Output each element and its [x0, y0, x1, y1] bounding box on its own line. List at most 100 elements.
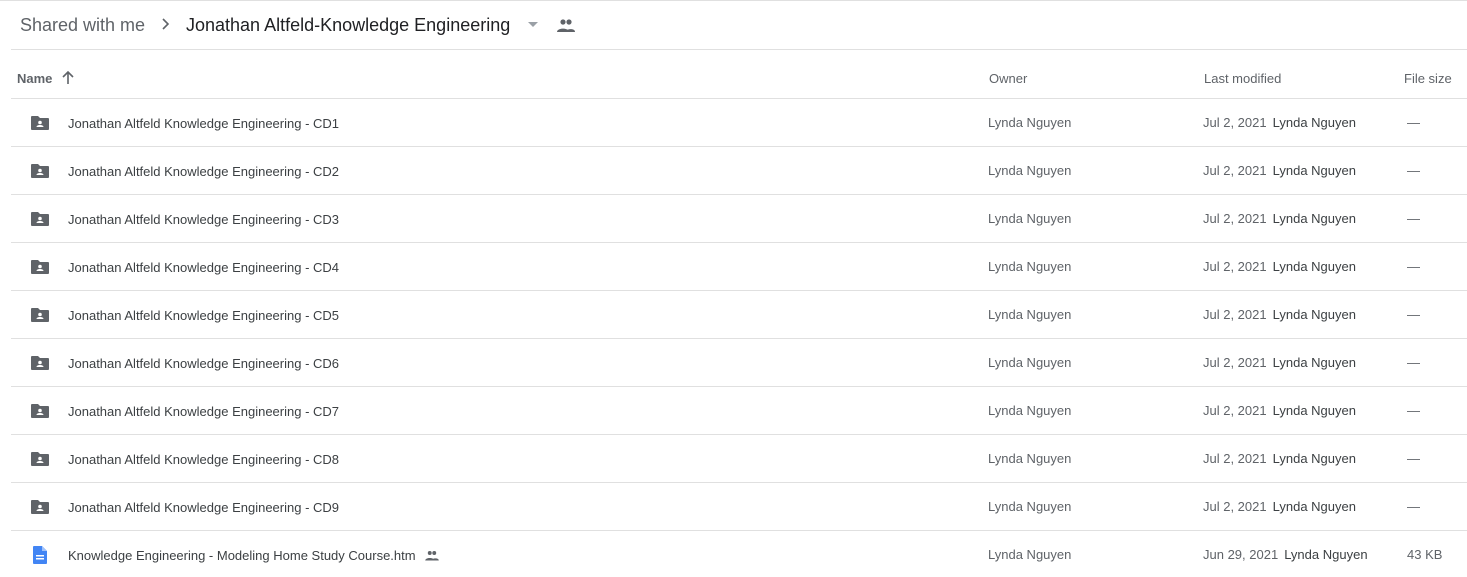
file-name-text: Jonathan Altfeld Knowledge Engineering -…	[68, 116, 340, 131]
last-modified-cell: Jul 2, 2021 Lynda Nguyen	[1203, 403, 1356, 418]
file-size-cell: —	[1407, 451, 1420, 466]
file-size-cell: —	[1407, 403, 1420, 418]
modified-by: Lynda Nguyen	[1272, 259, 1356, 274]
modified-by: Lynda Nguyen	[1272, 163, 1356, 178]
owner-cell: Lynda Nguyen	[988, 163, 1072, 178]
owner-cell: Lynda Nguyen	[988, 211, 1072, 226]
modified-by: Lynda Nguyen	[1272, 451, 1356, 466]
last-modified-cell: Jul 2, 2021 Lynda Nguyen	[1203, 115, 1356, 130]
chevron-right-icon	[162, 18, 170, 30]
arrow-drop-down-icon[interactable]	[526, 20, 540, 30]
shared-folder-icon	[30, 161, 50, 181]
breadcrumb-current-folder[interactable]: Jonathan Altfeld-Knowledge Engineering	[186, 15, 510, 36]
modified-by: Lynda Nguyen	[1272, 307, 1356, 322]
file-name[interactable]: Jonathan Altfeld Knowledge Engineering -…	[68, 404, 339, 419]
file-size-cell: —	[1407, 115, 1420, 130]
owner-cell: Lynda Nguyen	[988, 451, 1072, 466]
file-list: Jonathan Altfeld Knowledge Engineering -…	[11, 99, 1467, 577]
modified-by: Lynda Nguyen	[1272, 115, 1356, 130]
file-row[interactable]: Jonathan Altfeld Knowledge Engineering -…	[11, 243, 1467, 291]
file-size-cell: 43 KB	[1407, 547, 1443, 562]
file-name[interactable]: Jonathan Altfeld Knowledge Engineering -…	[68, 356, 339, 371]
modified-by: Lynda Nguyen	[1272, 355, 1356, 370]
last-modified-cell: Jul 2, 2021 Lynda Nguyen	[1203, 307, 1356, 322]
column-header-last-modified[interactable]: Last modified	[1204, 71, 1281, 86]
breadcrumb-shared-with-me[interactable]: Shared with me	[20, 15, 145, 36]
shared-folder-icon	[30, 305, 50, 325]
modified-date: Jul 2, 2021	[1203, 355, 1267, 370]
file-name-text: Jonathan Altfeld Knowledge Engineering -…	[68, 164, 340, 179]
modified-by: Lynda Nguyen	[1272, 499, 1356, 514]
file-row[interactable]: Jonathan Altfeld Knowledge Engineering -…	[11, 387, 1467, 435]
file-name-text: Jonathan Altfeld Knowledge Engineering -…	[68, 452, 340, 467]
column-header-name[interactable]: Name	[17, 71, 52, 86]
modified-date: Jul 2, 2021	[1203, 451, 1267, 466]
file-name[interactable]: Jonathan Altfeld Knowledge Engineering -…	[68, 164, 339, 179]
last-modified-cell: Jul 2, 2021 Lynda Nguyen	[1203, 259, 1356, 274]
file-name-text: Jonathan Altfeld Knowledge Engineering -…	[68, 500, 340, 515]
owner-cell: Lynda Nguyen	[988, 115, 1072, 130]
modified-date: Jul 2, 2021	[1203, 499, 1267, 514]
file-row[interactable]: Jonathan Altfeld Knowledge Engineering -…	[11, 195, 1467, 243]
google-doc-icon	[30, 545, 50, 565]
last-modified-cell: Jun 29, 2021 Lynda Nguyen	[1203, 547, 1368, 562]
people-icon	[424, 550, 440, 562]
last-modified-cell: Jul 2, 2021 Lynda Nguyen	[1203, 499, 1356, 514]
file-row[interactable]: Jonathan Altfeld Knowledge Engineering -…	[11, 483, 1467, 531]
modified-date: Jul 2, 2021	[1203, 115, 1267, 130]
file-size-cell: —	[1407, 259, 1420, 274]
file-row[interactable]: Jonathan Altfeld Knowledge Engineering -…	[11, 147, 1467, 195]
last-modified-cell: Jul 2, 2021 Lynda Nguyen	[1203, 451, 1356, 466]
modified-date: Jul 2, 2021	[1203, 307, 1267, 322]
shared-folder-icon	[30, 257, 50, 277]
file-name[interactable]: Jonathan Altfeld Knowledge Engineering -…	[68, 452, 339, 467]
file-row[interactable]: Jonathan Altfeld Knowledge Engineering -…	[11, 435, 1467, 483]
file-size-cell: —	[1407, 163, 1420, 178]
modified-date: Jul 2, 2021	[1203, 259, 1267, 274]
column-header-file-size[interactable]: File size	[1404, 71, 1452, 86]
file-row[interactable]: Knowledge Engineering - Modeling Home St…	[11, 531, 1467, 577]
owner-cell: Lynda Nguyen	[988, 499, 1072, 514]
shared-folder-icon	[30, 209, 50, 229]
file-name[interactable]: Jonathan Altfeld Knowledge Engineering -…	[68, 212, 339, 227]
file-size-cell: —	[1407, 355, 1420, 370]
file-name-text: Jonathan Altfeld Knowledge Engineering -…	[68, 212, 340, 227]
file-name-text: Jonathan Altfeld Knowledge Engineering -…	[68, 260, 340, 275]
file-name[interactable]: Jonathan Altfeld Knowledge Engineering -…	[68, 260, 339, 275]
shared-folder-icon	[30, 449, 50, 469]
file-name-text: Jonathan Altfeld Knowledge Engineering -…	[68, 356, 340, 371]
shared-folder-icon	[30, 113, 50, 133]
column-header-owner[interactable]: Owner	[989, 71, 1027, 86]
owner-cell: Lynda Nguyen	[988, 403, 1072, 418]
shared-folder-icon	[30, 497, 50, 517]
file-row[interactable]: Jonathan Altfeld Knowledge Engineering -…	[11, 291, 1467, 339]
modified-date: Jul 2, 2021	[1203, 211, 1267, 226]
last-modified-cell: Jul 2, 2021 Lynda Nguyen	[1203, 163, 1356, 178]
owner-cell: Lynda Nguyen	[988, 355, 1072, 370]
file-name[interactable]: Jonathan Altfeld Knowledge Engineering -…	[68, 500, 339, 515]
file-size-cell: —	[1407, 307, 1420, 322]
breadcrumb: Shared with me Jonathan Altfeld-Knowledg…	[0, 1, 1467, 49]
file-name-text: Jonathan Altfeld Knowledge Engineering -…	[68, 404, 340, 419]
header-divider	[11, 49, 1467, 50]
file-row[interactable]: Jonathan Altfeld Knowledge Engineering -…	[11, 339, 1467, 387]
owner-cell: Lynda Nguyen	[988, 259, 1072, 274]
modified-by: Lynda Nguyen	[1284, 547, 1368, 562]
owner-cell: Lynda Nguyen	[988, 547, 1072, 562]
file-name[interactable]: Jonathan Altfeld Knowledge Engineering -…	[68, 116, 339, 131]
file-name[interactable]: Knowledge Engineering - Modeling Home St…	[68, 548, 440, 563]
modified-date: Jun 29, 2021	[1203, 547, 1279, 562]
arrow-upward-icon[interactable]	[60, 70, 76, 86]
modified-date: Jul 2, 2021	[1203, 403, 1267, 418]
file-size-cell: —	[1407, 499, 1420, 514]
file-name[interactable]: Jonathan Altfeld Knowledge Engineering -…	[68, 308, 339, 323]
file-name-text: Knowledge Engineering - Modeling Home St…	[68, 548, 416, 563]
last-modified-cell: Jul 2, 2021 Lynda Nguyen	[1203, 355, 1356, 370]
people-icon[interactable]	[556, 18, 576, 34]
modified-by: Lynda Nguyen	[1272, 403, 1356, 418]
file-row[interactable]: Jonathan Altfeld Knowledge Engineering -…	[11, 99, 1467, 147]
modified-by: Lynda Nguyen	[1272, 211, 1356, 226]
owner-cell: Lynda Nguyen	[988, 307, 1072, 322]
file-name-text: Jonathan Altfeld Knowledge Engineering -…	[68, 308, 340, 323]
modified-date: Jul 2, 2021	[1203, 163, 1267, 178]
